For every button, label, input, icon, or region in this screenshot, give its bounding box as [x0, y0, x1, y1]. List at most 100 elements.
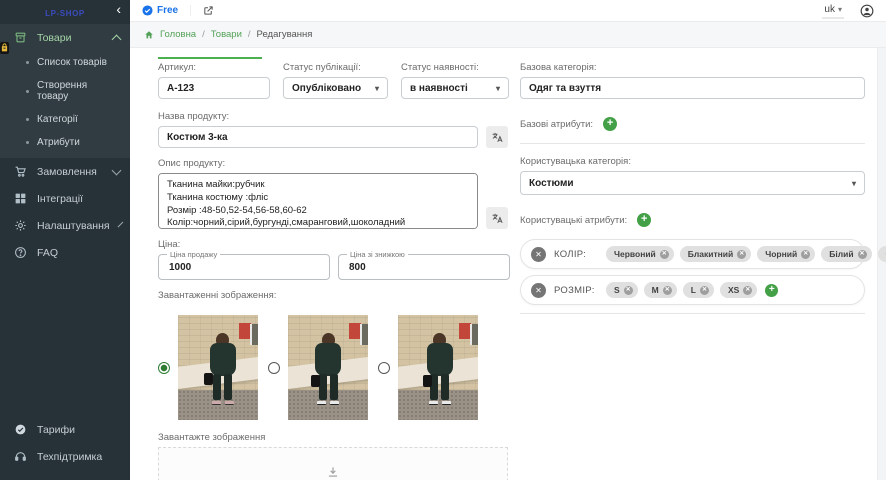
- language-select[interactable]: uk ▾: [822, 3, 844, 19]
- remove-chip-icon[interactable]: ✕: [743, 286, 752, 295]
- discount-price-input[interactable]: [347, 261, 501, 274]
- home-icon[interactable]: [144, 30, 154, 40]
- sidebar-item-product-create[interactable]: Створення товару: [0, 74, 130, 108]
- image-radio[interactable]: [268, 362, 280, 374]
- image-item: [158, 315, 258, 420]
- remove-chip-icon[interactable]: ✕: [737, 250, 746, 259]
- attribute-chip[interactable]: XS✕: [720, 282, 757, 298]
- sidebar-footer: Тарифи Техпідтримка: [0, 416, 130, 480]
- breadcrumb-current: Редагування: [257, 29, 313, 40]
- attribute-chip[interactable]: Червоний✕: [606, 246, 674, 262]
- add-value-button[interactable]: +: [765, 284, 778, 297]
- sidebar-item-label: Товари: [37, 32, 71, 44]
- sidebar-item-product-list[interactable]: Список товарів: [0, 51, 130, 74]
- discount-price-label: Ціна зі знижкою: [347, 250, 408, 259]
- product-photo[interactable]: [288, 315, 368, 420]
- chip-label: L: [691, 285, 696, 295]
- remove-chip-icon[interactable]: ✕: [700, 286, 709, 295]
- remove-attribute-icon[interactable]: ✕: [531, 283, 546, 298]
- chip-label: S: [614, 285, 620, 295]
- sidebar-item-attributes[interactable]: Атрибути: [0, 131, 130, 154]
- attribute-chip[interactable]: Блакитний✕: [680, 246, 751, 262]
- divider: [520, 313, 865, 314]
- caret-down-icon: ▾: [375, 84, 379, 93]
- upload-dropzone[interactable]: [158, 447, 508, 480]
- price-label: Ціна:: [158, 239, 510, 250]
- sub-item-label: Атрибути: [37, 137, 80, 148]
- remove-chip-icon[interactable]: ✕: [660, 250, 669, 259]
- breadcrumb-section[interactable]: Товари: [211, 29, 242, 40]
- chip-list: Червоний✕ Блакитний✕ Чорний✕ Білий✕ Сірий✕: [606, 246, 886, 262]
- stock-status-select[interactable]: в наявності ▾: [401, 77, 509, 99]
- user-menu[interactable]: [860, 4, 874, 18]
- translate-icon: [491, 131, 504, 144]
- attribute-name: КОЛІР:: [554, 249, 598, 260]
- remove-chip-icon[interactable]: ✕: [801, 250, 810, 259]
- publish-status-value: Опубліковано: [292, 83, 361, 94]
- product-photo[interactable]: [178, 315, 258, 420]
- chevron-down-icon[interactable]: [117, 221, 123, 227]
- translate-button[interactable]: [486, 126, 508, 148]
- custom-category-label: Користувацька категорія:: [520, 156, 865, 167]
- chevron-up-icon[interactable]: [112, 34, 122, 44]
- breadcrumb-separator: /: [248, 29, 251, 40]
- base-category-input[interactable]: [520, 77, 865, 99]
- remove-chip-icon[interactable]: ✕: [624, 286, 633, 295]
- logo[interactable]: LP-SHOP: [0, 0, 130, 24]
- publish-status-select[interactable]: Опубліковано ▾: [283, 77, 388, 99]
- remove-chip-icon[interactable]: ✕: [663, 286, 672, 295]
- chip-label: M: [652, 285, 659, 295]
- product-photo[interactable]: [398, 315, 478, 420]
- sidebar-item-faq[interactable]: FAQ: [0, 239, 130, 266]
- image-radio[interactable]: [158, 362, 170, 374]
- sidebar-item-settings[interactable]: Налаштування: [0, 212, 130, 239]
- attribute-chip[interactable]: Білий✕: [821, 246, 871, 262]
- sidebar-item-label: Інтеграції: [37, 193, 83, 205]
- sku-label: Артикул:: [158, 62, 270, 73]
- sidebar-item-categories[interactable]: Категорії: [0, 108, 130, 131]
- sidebar-item-label: Техпідтримка: [37, 451, 102, 463]
- sidebar-item-label: Замовлення: [37, 166, 97, 178]
- add-base-attribute-button[interactable]: +: [603, 117, 617, 131]
- open-shop-button[interactable]: [203, 5, 214, 16]
- add-custom-attribute-button[interactable]: +: [637, 213, 651, 227]
- image-radio[interactable]: [378, 362, 390, 374]
- sku-input[interactable]: [158, 77, 270, 99]
- bullet-icon: [26, 141, 29, 144]
- custom-category-select[interactable]: Костюми ▾: [520, 171, 865, 195]
- plan-badge[interactable]: Free: [142, 5, 191, 16]
- attribute-chip[interactable]: Чорний✕: [757, 246, 815, 262]
- sidebar-item-integrations[interactable]: Інтеграції: [0, 185, 130, 212]
- breadcrumb-home[interactable]: Головна: [160, 29, 196, 40]
- custom-category-value: Костюми: [529, 178, 574, 189]
- translate-button[interactable]: [486, 207, 508, 229]
- gear-icon: [14, 219, 27, 232]
- verified-icon: [142, 5, 153, 16]
- attribute-chip[interactable]: L✕: [683, 282, 714, 298]
- attribute-chip[interactable]: Сірий✕: [878, 246, 886, 262]
- upload-label: Завантажте зображення: [158, 432, 510, 443]
- model-figure: [423, 333, 457, 411]
- headset-icon: [14, 450, 27, 463]
- product-name-input[interactable]: [158, 126, 478, 148]
- sidebar-item-support[interactable]: Техпідтримка: [0, 443, 130, 470]
- avatar-icon: [860, 4, 874, 18]
- sidebar-item-products[interactable]: Товари: [0, 24, 130, 51]
- chip-list: S✕M✕L✕XS✕: [606, 282, 757, 298]
- sale-price-label: Ціна продажу: [167, 250, 220, 259]
- scrollbar[interactable]: [877, 48, 886, 480]
- stock-status-label: Статус наявності:: [401, 62, 509, 73]
- sidebar-item-tariffs[interactable]: Тарифи: [0, 416, 130, 443]
- chevron-down-icon[interactable]: [112, 165, 122, 175]
- caret-down-icon: ▾: [496, 84, 500, 93]
- stock-status-value: в наявності: [410, 83, 468, 94]
- remove-chip-icon[interactable]: ✕: [858, 250, 867, 259]
- attribute-chip[interactable]: S✕: [606, 282, 638, 298]
- attribute-chip[interactable]: M✕: [644, 282, 677, 298]
- sidebar-collapse-icon[interactable]: ‹: [116, 2, 121, 16]
- sidebar-item-orders[interactable]: Замовлення: [0, 158, 130, 185]
- sidebar-group-products: Товари Список товарів Створення товару К…: [0, 24, 130, 158]
- description-textarea[interactable]: Тканина майки:рубчик Тканина костюму :фл…: [158, 173, 478, 229]
- remove-attribute-icon[interactable]: ✕: [531, 247, 546, 262]
- sale-price-input[interactable]: [167, 261, 321, 274]
